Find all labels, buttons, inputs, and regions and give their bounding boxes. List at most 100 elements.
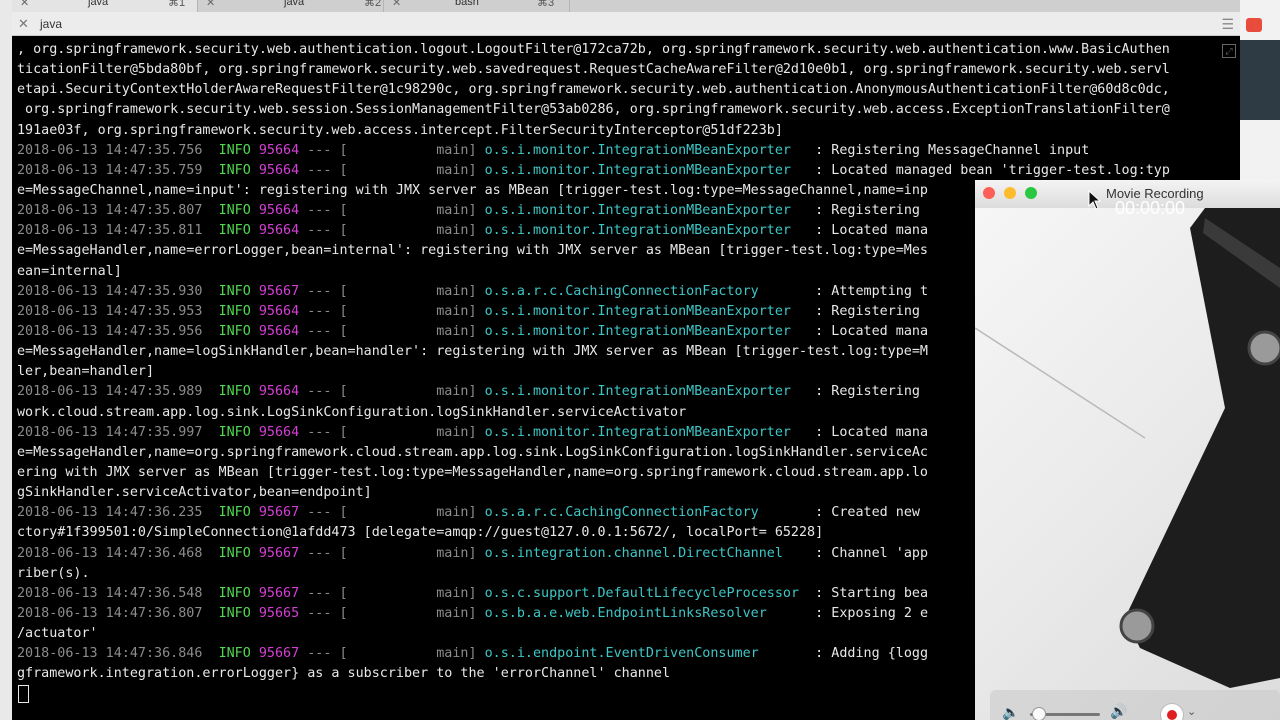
log-level: INFO <box>218 505 251 521</box>
log-pid: 95664 <box>258 223 300 239</box>
volume-slider-knob[interactable] <box>1032 707 1046 720</box>
log-timestamp: 2018-06-13 14:47:35.930 <box>17 283 203 299</box>
log-message: : Created new <box>758 505 920 521</box>
tab-label: java <box>284 0 305 8</box>
log-logger: o.s.c.support.DefaultLifecycleProcessor <box>484 585 800 601</box>
log-level: INFO <box>218 142 251 158</box>
log-level: INFO <box>218 646 251 662</box>
log-level: INFO <box>218 203 251 219</box>
log-logger: o.s.i.endpoint.EventDrivenConsumer <box>484 646 759 662</box>
tab-shortcut: ⌘2 <box>364 0 382 9</box>
log-separator: --- <box>307 323 332 339</box>
screw-icon <box>1247 330 1280 366</box>
minimize-window-button[interactable] <box>1004 187 1016 199</box>
log-logger: o.s.i.monitor.IntegrationMBeanExporter <box>484 424 791 440</box>
log-separator: --- <box>307 384 332 400</box>
log-separator: --- <box>307 605 332 621</box>
log-line: , org.springframework.security.web.authe… <box>17 42 1170 57</box>
log-logger: o.s.i.monitor.IntegrationMBeanExporter <box>484 303 791 319</box>
log-timestamp: 2018-06-13 14:47:36.807 <box>17 605 203 621</box>
log-line: ticationFilter@5bda80bf, org.springframe… <box>17 62 1170 78</box>
menu-icon[interactable]: ☰ <box>1221 16 1234 33</box>
log-pid: 95664 <box>258 424 300 440</box>
tab-java-2[interactable]: ✕ java ⌘2 <box>198 0 384 12</box>
camera-preview-image <box>975 208 1280 688</box>
log-pid: 95667 <box>258 545 300 561</box>
zoom-window-button[interactable] <box>1025 187 1037 199</box>
log-pid: 95665 <box>258 605 300 621</box>
log-pid: 95664 <box>258 384 300 400</box>
log-separator: --- <box>307 223 332 239</box>
log-message: : Located mana <box>790 223 929 239</box>
log-timestamp: 2018-06-13 14:47:35.811 <box>17 223 203 239</box>
volume-high-icon: 🔊 <box>1110 703 1128 719</box>
log-logger: o.s.integration.channel.DirectChannel <box>484 545 783 561</box>
log-entry: 2018-06-13 14:47:35.759 INFO 95664 --- [… <box>17 161 1237 181</box>
log-separator: --- <box>307 545 332 561</box>
text-cursor <box>18 684 29 703</box>
log-timestamp: 2018-06-13 14:47:35.997 <box>17 424 203 440</box>
log-separator: --- <box>307 162 332 178</box>
log-thread: [ main] <box>339 424 477 440</box>
log-timestamp: 2018-06-13 14:47:36.468 <box>17 545 203 561</box>
log-message: : Attempting t <box>758 283 929 299</box>
log-thread: [ main] <box>339 384 477 400</box>
tab-label: bash <box>455 0 479 8</box>
log-pid: 95667 <box>258 585 300 601</box>
log-separator: --- <box>307 303 332 319</box>
log-logger: o.s.a.r.c.CachingConnectionFactory <box>484 283 759 299</box>
log-logger: o.s.a.r.c.CachingConnectionFactory <box>484 505 759 521</box>
log-line: etapi.SecurityContextHolderAwareRequestF… <box>17 82 1170 98</box>
log-message: : Located mana <box>790 323 929 339</box>
log-message: : Registering <box>790 303 920 319</box>
log-thread: [ main] <box>339 283 477 299</box>
close-tab-icon[interactable]: ✕ <box>392 0 401 9</box>
log-thread: [ main] <box>339 545 477 561</box>
log-thread: [ main] <box>339 203 477 219</box>
log-separator: --- <box>307 585 332 601</box>
log-logger: o.s.i.monitor.IntegrationMBeanExporter <box>484 162 791 178</box>
desktop-left-edge <box>0 0 12 720</box>
log-separator: --- <box>307 646 332 662</box>
log-logger: o.s.i.monitor.IntegrationMBeanExporter <box>484 323 791 339</box>
screw-icon <box>1119 608 1155 644</box>
log-level: INFO <box>218 605 251 621</box>
log-pid: 95664 <box>258 323 300 339</box>
log-timestamp: 2018-06-13 14:47:35.989 <box>17 384 203 400</box>
log-separator: --- <box>307 424 332 440</box>
log-level: INFO <box>218 283 251 299</box>
tab-java-1[interactable]: ✕ java ⌘1 <box>12 0 198 12</box>
recording-controls: 🔈 🔊 ⌄ <box>990 690 1280 720</box>
log-message: : Exposing 2 e <box>766 605 929 621</box>
log-message: : Registering <box>790 203 920 219</box>
log-timestamp: 2018-06-13 14:47:36.548 <box>17 585 203 601</box>
log-level: INFO <box>218 303 251 319</box>
camera-preview: 🔈 🔊 ⌄ <box>975 208 1280 720</box>
close-tab-icon[interactable]: ✕ <box>20 0 29 9</box>
tab-label: java <box>88 0 109 8</box>
log-timestamp: 2018-06-13 14:47:35.953 <box>17 303 203 319</box>
chevron-down-icon[interactable]: ⌄ <box>1187 705 1196 718</box>
log-pid: 95667 <box>258 646 300 662</box>
log-message: : Registering MessageChannel input <box>790 142 1090 158</box>
log-pid: 95664 <box>258 303 300 319</box>
log-thread: [ main] <box>339 605 477 621</box>
log-pid: 95667 <box>258 283 300 299</box>
log-pid: 95664 <box>258 162 300 178</box>
log-thread: [ main] <box>339 646 477 662</box>
log-thread: [ main] <box>339 505 477 521</box>
close-window-button[interactable] <box>983 187 995 199</box>
close-tab-icon[interactable]: ✕ <box>206 0 215 9</box>
tab-bash[interactable]: ✕ bash ⌘3 <box>384 0 570 12</box>
log-separator: --- <box>307 283 332 299</box>
app-badge-icon <box>1246 18 1262 32</box>
log-level: INFO <box>218 424 251 440</box>
log-timestamp: 2018-06-13 14:47:36.846 <box>17 646 203 662</box>
log-message: : Channel 'app <box>782 545 929 561</box>
recording-timer: 00:00:00 <box>1115 198 1186 218</box>
record-button[interactable] <box>1160 703 1184 720</box>
log-timestamp: 2018-06-13 14:47:36.235 <box>17 505 203 521</box>
log-message: : Located mana <box>790 424 929 440</box>
log-timestamp: 2018-06-13 14:47:35.759 <box>17 162 203 178</box>
close-pane-icon[interactable]: ✕ <box>18 16 29 32</box>
